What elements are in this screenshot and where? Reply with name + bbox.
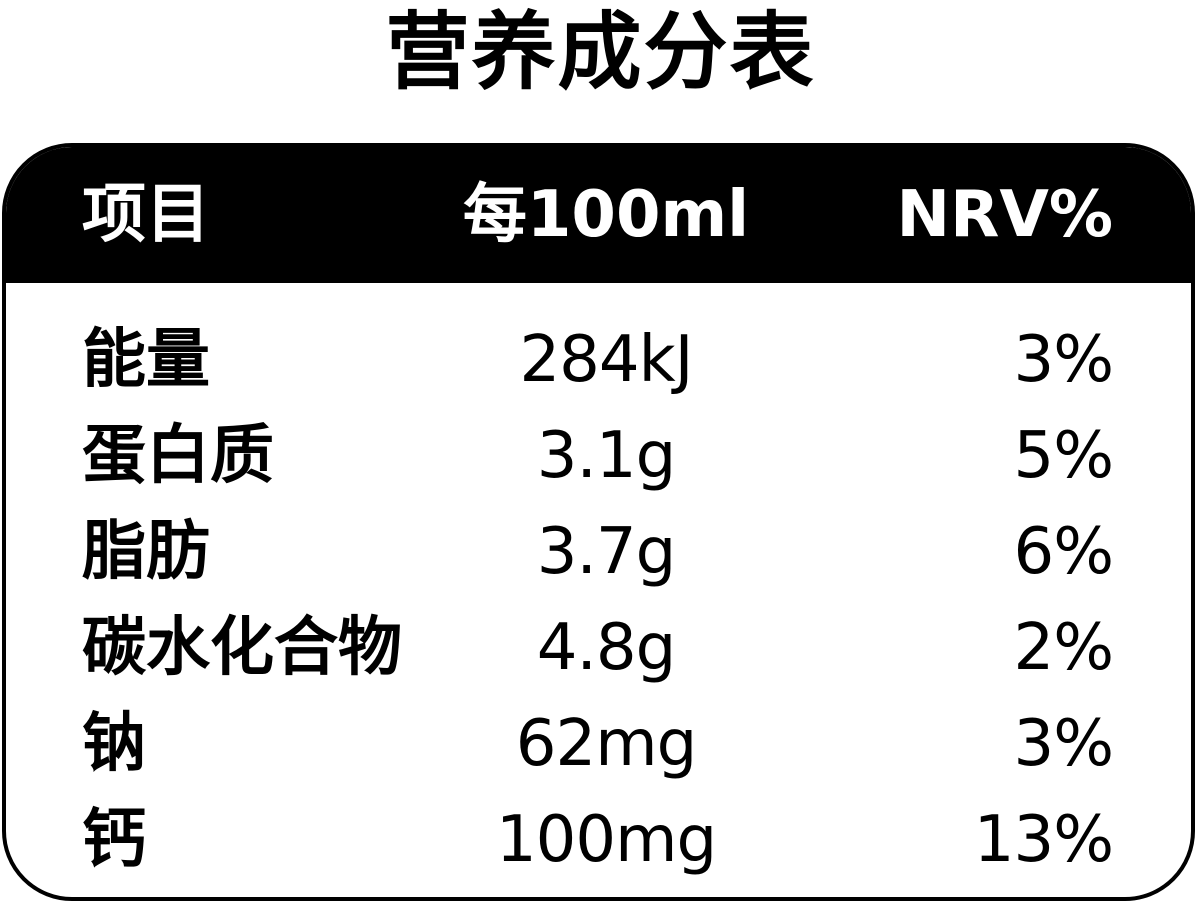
row-amount: 3.1g [536, 419, 676, 493]
row-amount: 4.8g [536, 611, 676, 685]
header-nrv: NRV% [896, 178, 1114, 252]
row-item: 钠 [82, 707, 146, 781]
table-row: 钙 100mg 13% [6, 792, 1191, 888]
table-row: 碳水化合物 4.8g 2% [6, 600, 1191, 696]
row-item: 蛋白质 [82, 419, 274, 493]
row-nrv: 3% [1013, 323, 1114, 397]
row-amount: 3.7g [536, 515, 676, 589]
table-row: 钠 62mg 3% [6, 696, 1191, 792]
header-amount: 每100ml [462, 178, 750, 252]
row-nrv: 2% [1013, 611, 1114, 685]
row-nrv: 5% [1013, 419, 1114, 493]
page-title: 营养成分表 [385, 3, 816, 101]
row-nrv: 6% [1013, 515, 1114, 589]
header-item: 项目 [82, 178, 210, 252]
table-header-row: 项目 每100ml NRV% [6, 147, 1191, 283]
row-item: 脂肪 [82, 515, 210, 589]
row-item: 能量 [82, 323, 210, 397]
row-amount: 284kJ [519, 323, 693, 397]
row-amount: 100mg [495, 803, 717, 877]
table-row: 脂肪 3.7g 6% [6, 504, 1191, 600]
nutrition-table: 项目 每100ml NRV% 能量 284kJ 3% 蛋白质 3.1g 5% 脂… [2, 143, 1195, 901]
row-item: 钙 [82, 803, 146, 877]
table-row: 能量 284kJ 3% [6, 312, 1191, 408]
row-nrv: 3% [1013, 707, 1114, 781]
row-nrv: 13% [973, 803, 1114, 877]
row-amount: 62mg [515, 707, 697, 781]
table-row: 蛋白质 3.1g 5% [6, 408, 1191, 504]
